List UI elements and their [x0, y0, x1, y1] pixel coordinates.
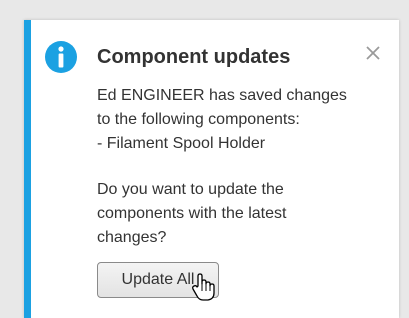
component-name: - Filament Spool Holder — [97, 135, 266, 152]
question-line: Do you want to update the — [97, 181, 284, 198]
hand-cursor-icon — [192, 273, 215, 301]
notification-message: Ed ENGINEER has saved changes to the fol… — [97, 84, 392, 156]
info-icon — [45, 41, 77, 73]
update-question: Do you want to update the components wit… — [97, 178, 392, 250]
accent-bar — [24, 20, 31, 318]
component-updates-notification: Component updates Ed ENGINEER has saved … — [24, 20, 399, 318]
message-line: Ed ENGINEER has saved changes — [97, 87, 347, 104]
question-line: changes? — [97, 229, 167, 246]
message-line: to the following components: — [97, 111, 300, 128]
close-icon[interactable] — [363, 43, 383, 63]
notification-title: Component updates — [97, 46, 291, 68]
question-line: components with the latest — [97, 205, 287, 222]
